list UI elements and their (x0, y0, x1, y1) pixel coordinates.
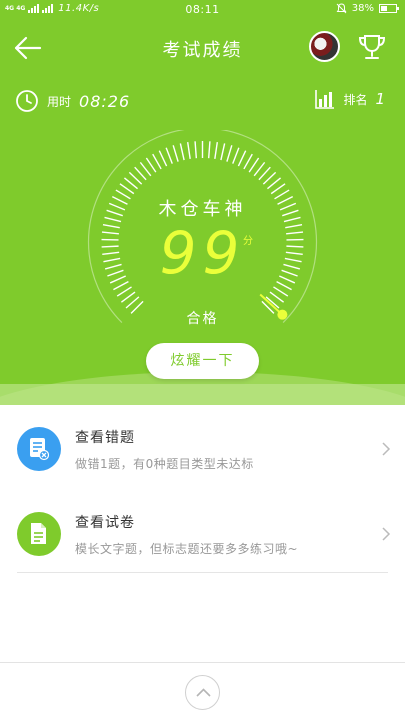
page-title: 考试成绩 (162, 40, 243, 61)
gauge-tick (207, 141, 211, 159)
chevron-up-icon (196, 688, 211, 697)
system-icons: 38% (336, 3, 399, 14)
time-value: 08:26 (79, 91, 131, 111)
chevron-right-icon (382, 442, 391, 456)
gauge-tick (220, 143, 226, 161)
gauge-tick (120, 291, 136, 303)
gauge-tick (258, 166, 271, 181)
gauge-tick (266, 177, 282, 190)
gauge-tick (179, 143, 185, 161)
gauge-tick (128, 171, 143, 185)
collapse-button[interactable] (185, 675, 220, 710)
decorative-band (0, 384, 405, 405)
gauge-tick (232, 147, 240, 164)
gauge-tick (262, 171, 277, 185)
gauge-tick (119, 183, 135, 195)
gauge-tick (253, 161, 266, 177)
user-avatar[interactable] (309, 31, 340, 62)
gauge-tick (139, 161, 152, 177)
gauge-tick (116, 286, 132, 297)
gauge-tick (158, 150, 168, 167)
gauge-tick (248, 157, 260, 173)
clock-icon (16, 90, 38, 112)
trophy-icon[interactable] (356, 33, 388, 61)
score-value: 99 (159, 219, 246, 287)
list-item-description: 模长文字题，但标志题还要多多练习哦~ (75, 542, 299, 556)
gauge-tick (152, 153, 162, 170)
battery-percent: 38% (351, 3, 374, 14)
gauge-tick (165, 147, 173, 164)
ranking[interactable]: 排名 1 (315, 89, 385, 109)
show-off-button[interactable]: 炫耀一下 (146, 343, 259, 379)
chevron-right-icon (382, 527, 391, 541)
battery-icon (379, 4, 399, 13)
exam-paper-icon (17, 512, 61, 556)
gauge-tick (243, 153, 253, 170)
gauge-tick (269, 291, 285, 303)
gauge-tick (270, 183, 286, 195)
gauge-tick (145, 157, 157, 173)
gauge-tick (172, 145, 179, 162)
bar-chart-icon (315, 90, 335, 109)
gauge-tick (125, 296, 140, 309)
gauge-tick (237, 150, 247, 167)
status-bar: 4G 4G 11.4K/s 08:11 38% (0, 0, 405, 20)
gauge-tick (226, 145, 233, 162)
rank-label: 排名 (343, 92, 368, 107)
rank-value: 1 (375, 90, 385, 108)
list-item-title: 查看试卷 (75, 515, 135, 531)
list-item-wrong-questions[interactable]: 查看错题 做错1题，有0种题目类型未达标 (0, 407, 405, 492)
pass-status: 合格 (186, 311, 219, 327)
list-divider (17, 572, 388, 573)
list-item-exam-paper[interactable]: 查看试卷 模长文字题，但标志题还要多多练习哦~ (0, 492, 405, 577)
mute-bell-icon (336, 3, 347, 14)
gauge-tick (214, 141, 219, 160)
gauge-tick (273, 286, 289, 297)
gauge-tick (186, 141, 191, 160)
gauge-tick (123, 177, 139, 190)
gauge-tick (134, 166, 147, 181)
time-label: 用时 (47, 94, 72, 109)
score-unit: 分 (243, 236, 253, 247)
time-used: 用时 08:26 (15, 89, 130, 113)
list-item-title: 查看错题 (75, 430, 135, 446)
bottom-divider (0, 662, 405, 663)
wrong-questions-icon (17, 427, 61, 471)
gauge-tick (194, 141, 198, 159)
list-item-description: 做错1题，有0种题目类型未达标 (75, 457, 254, 471)
